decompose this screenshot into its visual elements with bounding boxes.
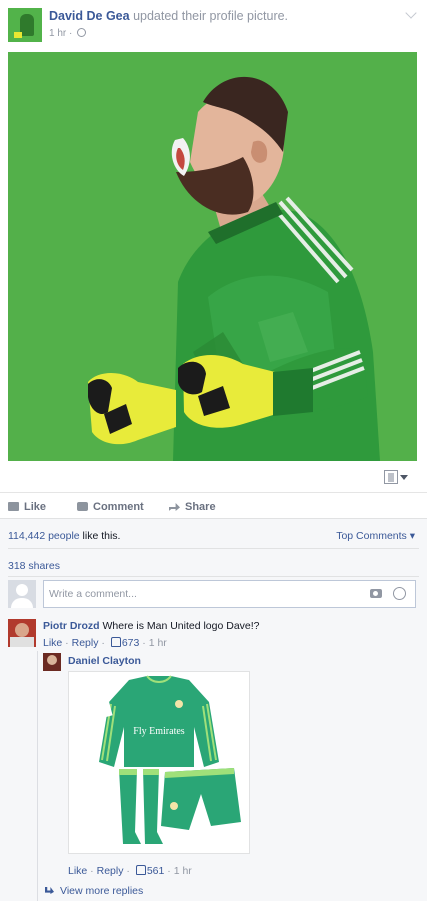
divider [8, 576, 419, 577]
comment-text: Where is Man United logo Dave!? [102, 620, 260, 632]
post-action-text: updated their profile picture. [133, 9, 289, 23]
like-icon [8, 502, 19, 511]
reply-arrow-icon [45, 887, 54, 894]
commenter-name[interactable]: Piotr Drozd [43, 620, 100, 632]
author-name[interactable]: David De Gea [49, 9, 130, 23]
comment-composer [43, 580, 416, 608]
view-more-replies-label: View more replies [60, 885, 144, 897]
divider [8, 548, 419, 549]
comment-like-link[interactable]: Like [43, 637, 62, 649]
comment-button-label: Comment [93, 501, 144, 513]
goalkeeper-illustration [88, 76, 380, 461]
comment-time[interactable]: 1 hr [149, 637, 167, 649]
post-time[interactable]: 1 hr [49, 28, 66, 39]
thumbs-up-icon [135, 865, 146, 875]
likes-count-link[interactable]: 114,442 people [8, 530, 80, 542]
share-icon [169, 503, 180, 511]
commenter-avatar[interactable] [8, 619, 36, 647]
profile-picture[interactable] [8, 52, 417, 461]
author-avatar[interactable] [8, 8, 42, 42]
meta-separator: · [69, 28, 73, 39]
likes-suffix: like this. [82, 530, 121, 542]
reply-thread-line [37, 651, 38, 901]
comment-reply-link[interactable]: Reply [72, 637, 99, 649]
kit-sponsor-text: Fly Emirates [133, 726, 184, 737]
view-more-replies-link[interactable]: View more replies [45, 885, 143, 897]
thumbs-up-icon [110, 637, 121, 647]
shares-link[interactable]: 318 shares [8, 560, 60, 572]
comment-input[interactable] [44, 581, 344, 607]
share-button-label: Share [185, 501, 216, 513]
comment-meta: Like · Reply · 673 · 1 hr [43, 637, 167, 649]
post-headline: David De Gea updated their profile pictu… [49, 9, 288, 23]
photo-tools [0, 466, 427, 490]
ufi-feedback: 114,442 people like this. Top Comments ▾… [0, 518, 427, 901]
emoji-icon[interactable] [393, 587, 406, 600]
camera-icon[interactable] [370, 589, 382, 598]
viewer-avatar [8, 580, 36, 608]
tag-icon[interactable] [384, 470, 398, 484]
goalkeeper-kit-image: Fly Emirates [97, 675, 241, 844]
share-button[interactable]: Share [169, 501, 216, 513]
caret-down-icon[interactable] [400, 475, 408, 480]
comment-icon [77, 502, 88, 511]
globe-icon[interactable] [77, 28, 87, 37]
comment-body: Piotr Drozd Where is Man United logo Dav… [43, 620, 260, 632]
reply-like-count[interactable]: 561 [147, 865, 165, 877]
chevron-down-icon[interactable] [405, 7, 417, 19]
dropdown-caret-icon: ▾ [409, 530, 415, 542]
reply-like-link[interactable]: Like [68, 865, 87, 877]
comment-like-count[interactable]: 673 [122, 637, 140, 649]
like-button[interactable]: Like [8, 501, 46, 513]
reply-meta: Like · Reply · 561 · 1 hr [68, 865, 192, 877]
post-meta: 1 hr · [49, 28, 87, 39]
reply-reply-link[interactable]: Reply [97, 865, 124, 877]
post-action-bar: Like Comment Share [0, 492, 427, 518]
reply-author-name[interactable]: Daniel Clayton [68, 655, 141, 667]
like-button-label: Like [24, 501, 47, 513]
comment-button[interactable]: Comment [77, 501, 144, 513]
likes-summary: 114,442 people like this. [8, 530, 120, 542]
top-comments-dropdown[interactable]: Top Comments ▾ [336, 530, 415, 542]
reply-time[interactable]: 1 hr [174, 865, 192, 877]
post-header: David De Gea updated their profile pictu… [0, 0, 427, 52]
reply-body: Daniel Clayton [68, 655, 141, 667]
reply-photo-attachment[interactable]: Fly Emirates [68, 671, 250, 854]
top-comments-label: Top Comments [336, 530, 407, 542]
reply-avatar[interactable] [43, 653, 61, 671]
